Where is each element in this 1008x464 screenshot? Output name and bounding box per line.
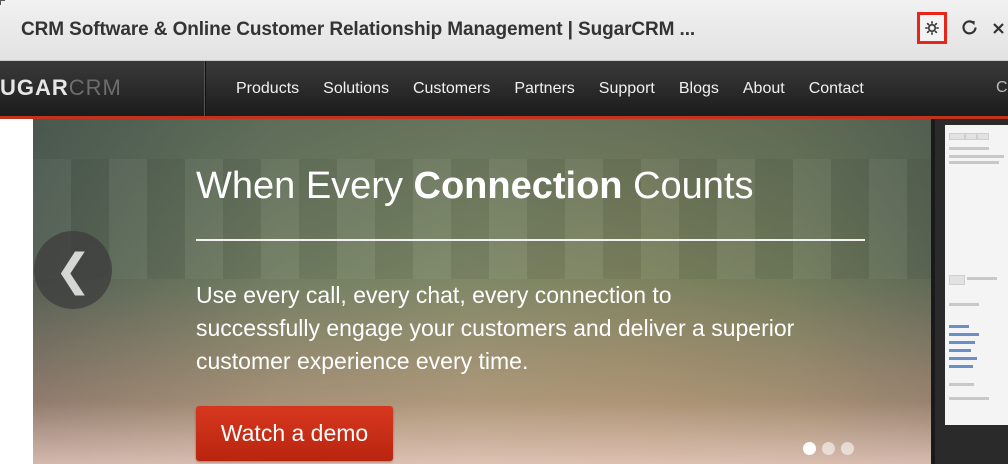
nav-extra-item[interactable]: C — [996, 79, 1008, 97]
product-screenshot-device — [931, 119, 1008, 464]
nav-links: Products Solutions Customers Partners Su… — [224, 61, 876, 116]
sugarcrm-logo[interactable]: UGARCRM — [0, 75, 122, 101]
hero-banner: When Every Connection Counts Use every c… — [33, 119, 1008, 464]
hero-title-bold: Connection — [413, 165, 623, 207]
hero-body-text: Use every call, every chat, every connec… — [196, 282, 795, 374]
carousel-dot-1[interactable] — [803, 442, 816, 455]
logo-text-secondary: CRM — [68, 75, 122, 100]
nav-link-solutions[interactable]: Solutions — [311, 80, 401, 98]
hero-title-pre: When Every — [196, 165, 414, 207]
window-corner — [0, 0, 5, 5]
carousel-dots — [803, 442, 854, 455]
nav-link-about[interactable]: About — [731, 80, 797, 98]
close-button[interactable] — [990, 14, 1008, 44]
carousel-dot-2[interactable] — [822, 442, 835, 455]
settings-button[interactable] — [917, 12, 947, 44]
logo-text-primary: UGAR — [0, 75, 69, 100]
window-title: CRM Software & Online Customer Relations… — [21, 19, 696, 40]
nav-link-contact[interactable]: Contact — [797, 80, 876, 98]
gear-icon — [925, 21, 939, 35]
watch-demo-button[interactable]: Watch a demo — [196, 406, 393, 461]
reload-icon — [962, 20, 977, 35]
chevron-left-icon: ❮ — [54, 245, 92, 295]
window-titlebar: CRM Software & Online Customer Relations… — [0, 0, 1008, 61]
reload-button[interactable] — [955, 14, 985, 44]
product-screenshot — [945, 125, 1008, 425]
nav-link-customers[interactable]: Customers — [401, 80, 502, 98]
nav-link-partners[interactable]: Partners — [502, 80, 586, 98]
hero-title-post: Counts — [622, 165, 754, 207]
nav-link-blogs[interactable]: Blogs — [667, 80, 731, 98]
hero-title: When Every Connection Counts — [196, 165, 753, 208]
close-icon — [993, 23, 1004, 34]
nav-divider — [204, 61, 205, 116]
nav-link-support[interactable]: Support — [587, 80, 667, 98]
nav-link-products[interactable]: Products — [224, 80, 311, 98]
carousel-dot-3[interactable] — [841, 442, 854, 455]
carousel-prev-button[interactable]: ❮ — [34, 231, 112, 309]
hero-divider — [196, 239, 865, 241]
site-nav: UGARCRM Products Solutions Customers Par… — [0, 61, 1008, 119]
